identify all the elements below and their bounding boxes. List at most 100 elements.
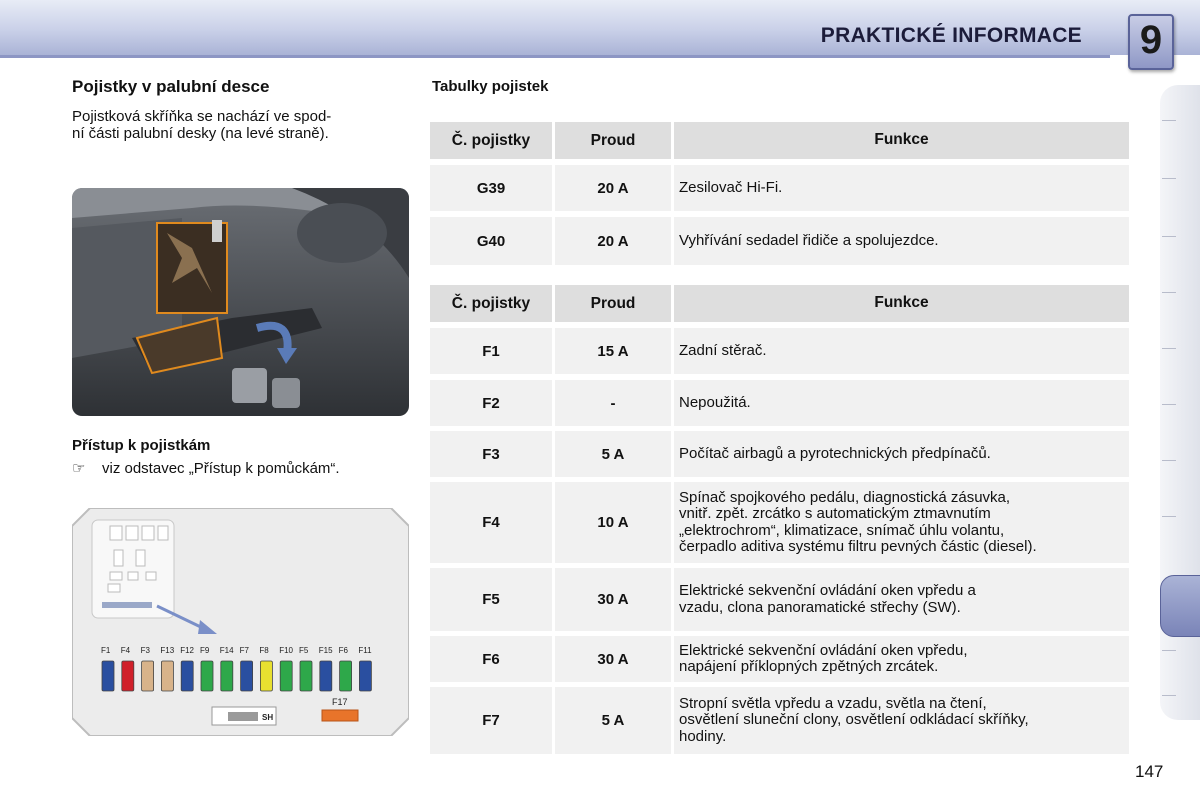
fuse-label: F8 <box>259 646 269 655</box>
function-line: Počítač airbagů a pyrotechnických předpí… <box>679 444 991 462</box>
section-title: PRAKTICKÉ INFORMACE <box>820 24 1082 47</box>
function-line: hodiny. <box>679 727 727 745</box>
function-line: Elektrické sekvenční ovládání oken vpřed… <box>679 641 968 659</box>
function-line: vzadu, clona panoramatické střechy (SW). <box>679 598 961 616</box>
chapter-number: 9 <box>1139 18 1163 62</box>
access-reference: ☞ viz odstavec „Přístup k pomůckám“. <box>72 459 340 477</box>
fuse-id-cell: F2 <box>430 380 552 426</box>
function-cell: Vyhřívání sedadel řidiče a spolujezdce. <box>674 217 1129 265</box>
table-row: F2- Nepoužitá. <box>430 380 1129 426</box>
tab-divider <box>1162 650 1176 651</box>
function-cell: Stropní světla vpředu a vzadu, světla na… <box>674 687 1129 754</box>
fuse-table-g: Č. pojistky Proud Funkce G39 20 A Zesilova… <box>430 122 1129 267</box>
access-heading: Přístup k pojistkám <box>72 437 211 454</box>
fuse-label: F5 <box>299 646 309 655</box>
table-row: F3 5 A Počítač airbagů a pyrotechnických p… <box>430 431 1129 477</box>
fuse-block <box>200 660 214 692</box>
table-header-row: Č. pojistky Proud Funkce <box>430 285 1129 322</box>
function-line: Zadní stěrač. <box>679 341 767 359</box>
function-cell: Elektrické sekvenční ovládání oken vpřed… <box>674 636 1129 682</box>
fuse-label: F1 <box>101 646 111 655</box>
column-header-current: Proud <box>555 122 671 159</box>
intro-text: Pojistková skříňka se nachází ve spod- n… <box>72 108 412 142</box>
fuse-id-cell: F1 <box>430 328 552 374</box>
function-line: čerpadlo aditiva systému filtru pevných … <box>679 538 1037 555</box>
function-cell: Spínač spojkového pedálu, diagnostická z… <box>674 482 1129 563</box>
fuse-label: F10 <box>279 646 293 655</box>
tab-divider <box>1162 695 1176 696</box>
column-header-fuse: Č. pojistky <box>430 285 552 322</box>
table-row: F6 30 A Elektrické sekvenční ovládání oken… <box>430 636 1129 682</box>
fuse-label: F6 <box>339 646 349 655</box>
column-header-fuse: Č. pojistky <box>430 122 552 159</box>
fuse-block <box>101 660 115 692</box>
dashboard-photo <box>72 188 409 416</box>
function-line: Spínač spojkového pedálu, diagnostická z… <box>679 488 1011 506</box>
function-cell: Zesilovač Hi-Fi. <box>674 165 1129 211</box>
fuse-label: F15 <box>319 646 333 655</box>
function-line: napájení příklopných zpětných zrcátek. <box>679 658 939 675</box>
section-heading: Pojistky v palubní desce <box>72 77 270 96</box>
fuse-box-diagram: F1 F4 F3 F13 F12 F9 F14 F7 F8 F10 F5 F15 F6 F11 SH F1… <box>71 507 410 737</box>
fuse-id-cell: F7 <box>430 687 552 754</box>
current-cell: 20 A <box>555 165 671 211</box>
tab-divider <box>1162 120 1176 121</box>
tab-divider <box>1162 292 1176 293</box>
function-cell: Počítač airbagů a pyrotechnických předpí… <box>674 431 1129 477</box>
fuse-block <box>358 660 372 692</box>
page-number: 147 <box>1135 762 1164 781</box>
current-cell: 30 A <box>555 636 671 682</box>
fuse-block <box>121 660 135 692</box>
fuse-id-cell: G40 <box>430 217 552 265</box>
fuse-block <box>279 660 293 692</box>
fuse-label: F7 <box>240 646 250 655</box>
fuse-block <box>240 660 254 692</box>
table-row: G40 20 A Vyhřívání sedadel řidiče a spoluj… <box>430 217 1129 265</box>
current-cell: 15 A <box>555 328 671 374</box>
access-reference-text: viz odstavec „Přístup k pomůckám“. <box>102 460 340 477</box>
page-header: PRAKTICKÉ INFORMACE <box>0 0 1200 60</box>
intro-line: ní části palubní desky (na levé straně). <box>72 125 329 142</box>
current-cell: 20 A <box>555 217 671 265</box>
tab-divider <box>1162 348 1176 349</box>
function-line: „elektrochrom“, klimatizace, snímač úhlu… <box>679 521 1005 539</box>
function-line: Stropní světla vpředu a vzadu, světla na… <box>679 694 987 712</box>
current-cell: 10 A <box>555 482 671 563</box>
pointing-hand-icon: ☞ <box>72 460 86 477</box>
function-line: Zesilovač Hi-Fi. <box>679 178 783 196</box>
function-cell: Zadní stěrač. <box>674 328 1129 374</box>
chapter-badge: 9 <box>1128 14 1174 70</box>
function-line: osvětlení sluneční clony, osvětlení odkl… <box>679 711 1029 729</box>
fuse-label: F13 <box>160 646 174 655</box>
fuse-label: F9 <box>200 646 210 655</box>
table-row: F7 5 A Stropní světla vpředu a vzadu, svět… <box>430 687 1129 754</box>
table-row: F1 15 A Zadní stěrač. <box>430 328 1129 374</box>
intro-line: Pojistková skříňka se nachází ve spod- <box>72 108 332 125</box>
fuse-block <box>339 660 353 692</box>
fuse-block <box>141 660 154 692</box>
current-cell: 30 A <box>555 568 671 631</box>
fuse-id-cell: F6 <box>430 636 552 682</box>
function-line: vnitř. zpět. zrcátko s automatickým ztma… <box>679 505 991 522</box>
fuse-block <box>180 660 194 692</box>
fuse-block <box>319 660 333 692</box>
fuse-box-svg: F1 F4 F3 F13 F12 F9 F14 F7 F8 F10 F5 F15 F6 F11 SH F1… <box>71 507 410 737</box>
tables-title: Tabulky pojistek <box>432 78 549 95</box>
function-cell: Elektrické sekvenční ovládání oken vpřed… <box>674 568 1129 631</box>
fuse-label: F11 <box>358 646 372 655</box>
column-header-function: Funkce <box>674 285 1129 322</box>
tab-divider <box>1162 404 1176 405</box>
active-chapter-tab <box>1160 575 1200 637</box>
sh-label: SH <box>262 713 273 722</box>
column-header-current: Proud <box>555 285 671 322</box>
header-rule <box>0 55 1110 58</box>
fuse-id-cell: F5 <box>430 568 552 631</box>
fuse-id-cell: G39 <box>430 165 552 211</box>
fuse-label: F14 <box>220 646 234 655</box>
tab-divider <box>1162 460 1176 461</box>
function-line: Nepoužitá. <box>679 393 751 411</box>
table-row: F4 10 A Spínač spojkového pedálu, diagnost… <box>430 482 1129 563</box>
fuse-label: F12 <box>180 646 194 655</box>
f17-label: F17 <box>332 697 348 707</box>
fuse-label: F3 <box>141 646 151 655</box>
